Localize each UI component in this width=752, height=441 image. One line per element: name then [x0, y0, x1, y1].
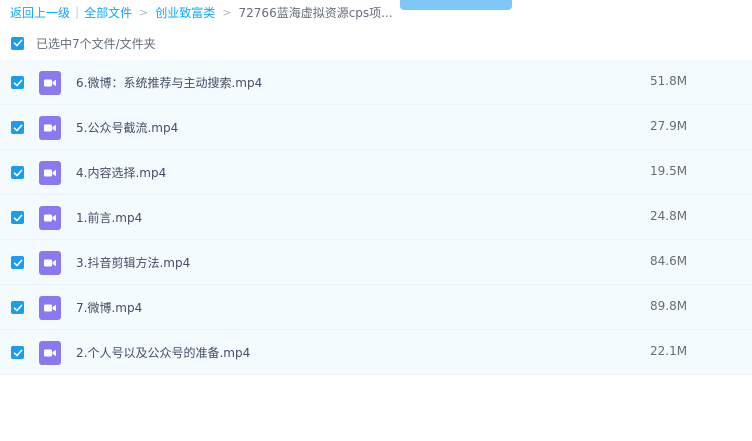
video-file-icon: [39, 251, 61, 275]
selection-count-label: 已选中7个文件/文件夹: [36, 36, 156, 51]
checkmark-icon: [13, 349, 22, 356]
file-name[interactable]: 5.公众号截流.mp4: [76, 119, 178, 136]
breadcrumb-chevron-icon: >: [139, 5, 149, 19]
breadcrumb-divider: |: [75, 5, 80, 19]
file-row[interactable]: 1.前言.mp4 24.8M: [0, 195, 752, 240]
video-file-icon: [39, 116, 61, 140]
file-size: 19.5M: [650, 164, 688, 178]
breadcrumb-chevron-icon: >: [222, 5, 232, 19]
video-file-icon: [39, 341, 61, 365]
row-checkbox[interactable]: [11, 256, 24, 269]
file-size: 89.8M: [650, 299, 688, 313]
row-checkbox[interactable]: [11, 211, 24, 224]
row-checkbox[interactable]: [11, 76, 24, 89]
file-list: 6.微博：系统推荐与主动搜索.mp4 51.8M 5.公众号截流.mp4 27.9M 4…: [0, 60, 752, 375]
breadcrumb: 返回上一级 | 全部文件 > 创业致富类 > 72766蓝海虚拟资源cps项..…: [10, 3, 393, 21]
file-name[interactable]: 2.个人号以及公众号的准备.mp4: [76, 344, 250, 361]
row-checkbox[interactable]: [11, 301, 24, 314]
checkmark-icon: [13, 79, 22, 86]
video-file-icon: [39, 206, 61, 230]
checkmark-icon: [13, 39, 22, 47]
file-name[interactable]: 7.微博.mp4: [76, 299, 142, 316]
checkmark-icon: [13, 169, 22, 176]
file-size: 24.8M: [650, 209, 688, 223]
file-row[interactable]: 6.微博：系统推荐与主动搜索.mp4 51.8M: [0, 60, 752, 105]
breadcrumb-all-files-link[interactable]: 全部文件: [84, 4, 132, 21]
file-row[interactable]: 2.个人号以及公众号的准备.mp4 22.1M: [0, 330, 752, 375]
row-checkbox[interactable]: [11, 166, 24, 179]
breadcrumb-current: 72766蓝海虚拟资源cps项...: [238, 5, 393, 20]
file-size: 51.8M: [650, 74, 688, 88]
row-checkbox[interactable]: [11, 346, 24, 359]
video-file-icon: [39, 71, 61, 95]
breadcrumb-folder-link[interactable]: 创业致富类: [155, 4, 215, 21]
file-size: 27.9M: [650, 119, 688, 133]
file-size: 22.1M: [650, 344, 688, 358]
file-row[interactable]: 4.内容选择.mp4 19.5M: [0, 150, 752, 195]
video-file-icon: [39, 161, 61, 185]
checkmark-icon: [13, 214, 22, 221]
checkmark-icon: [13, 304, 22, 311]
checkmark-icon: [13, 259, 22, 266]
file-name[interactable]: 4.内容选择.mp4: [76, 164, 166, 181]
breadcrumb-back-link[interactable]: 返回上一级: [10, 4, 70, 21]
file-name[interactable]: 6.微博：系统推荐与主动搜索.mp4: [76, 74, 262, 91]
file-size: 84.6M: [650, 254, 688, 268]
checkmark-icon: [13, 124, 22, 131]
file-row[interactable]: 3.抖音剪辑方法.mp4 84.6M: [0, 240, 752, 285]
select-all-checkbox[interactable]: [11, 36, 24, 50]
file-name[interactable]: 1.前言.mp4: [76, 209, 142, 226]
toolbar-button[interactable]: [400, 0, 512, 10]
select-all-bar: 已选中7个文件/文件夹: [11, 35, 156, 51]
row-checkbox[interactable]: [11, 121, 24, 134]
file-name[interactable]: 3.抖音剪辑方法.mp4: [76, 254, 190, 271]
file-row[interactable]: 7.微博.mp4 89.8M: [0, 285, 752, 330]
file-row[interactable]: 5.公众号截流.mp4 27.9M: [0, 105, 752, 150]
video-file-icon: [39, 296, 61, 320]
